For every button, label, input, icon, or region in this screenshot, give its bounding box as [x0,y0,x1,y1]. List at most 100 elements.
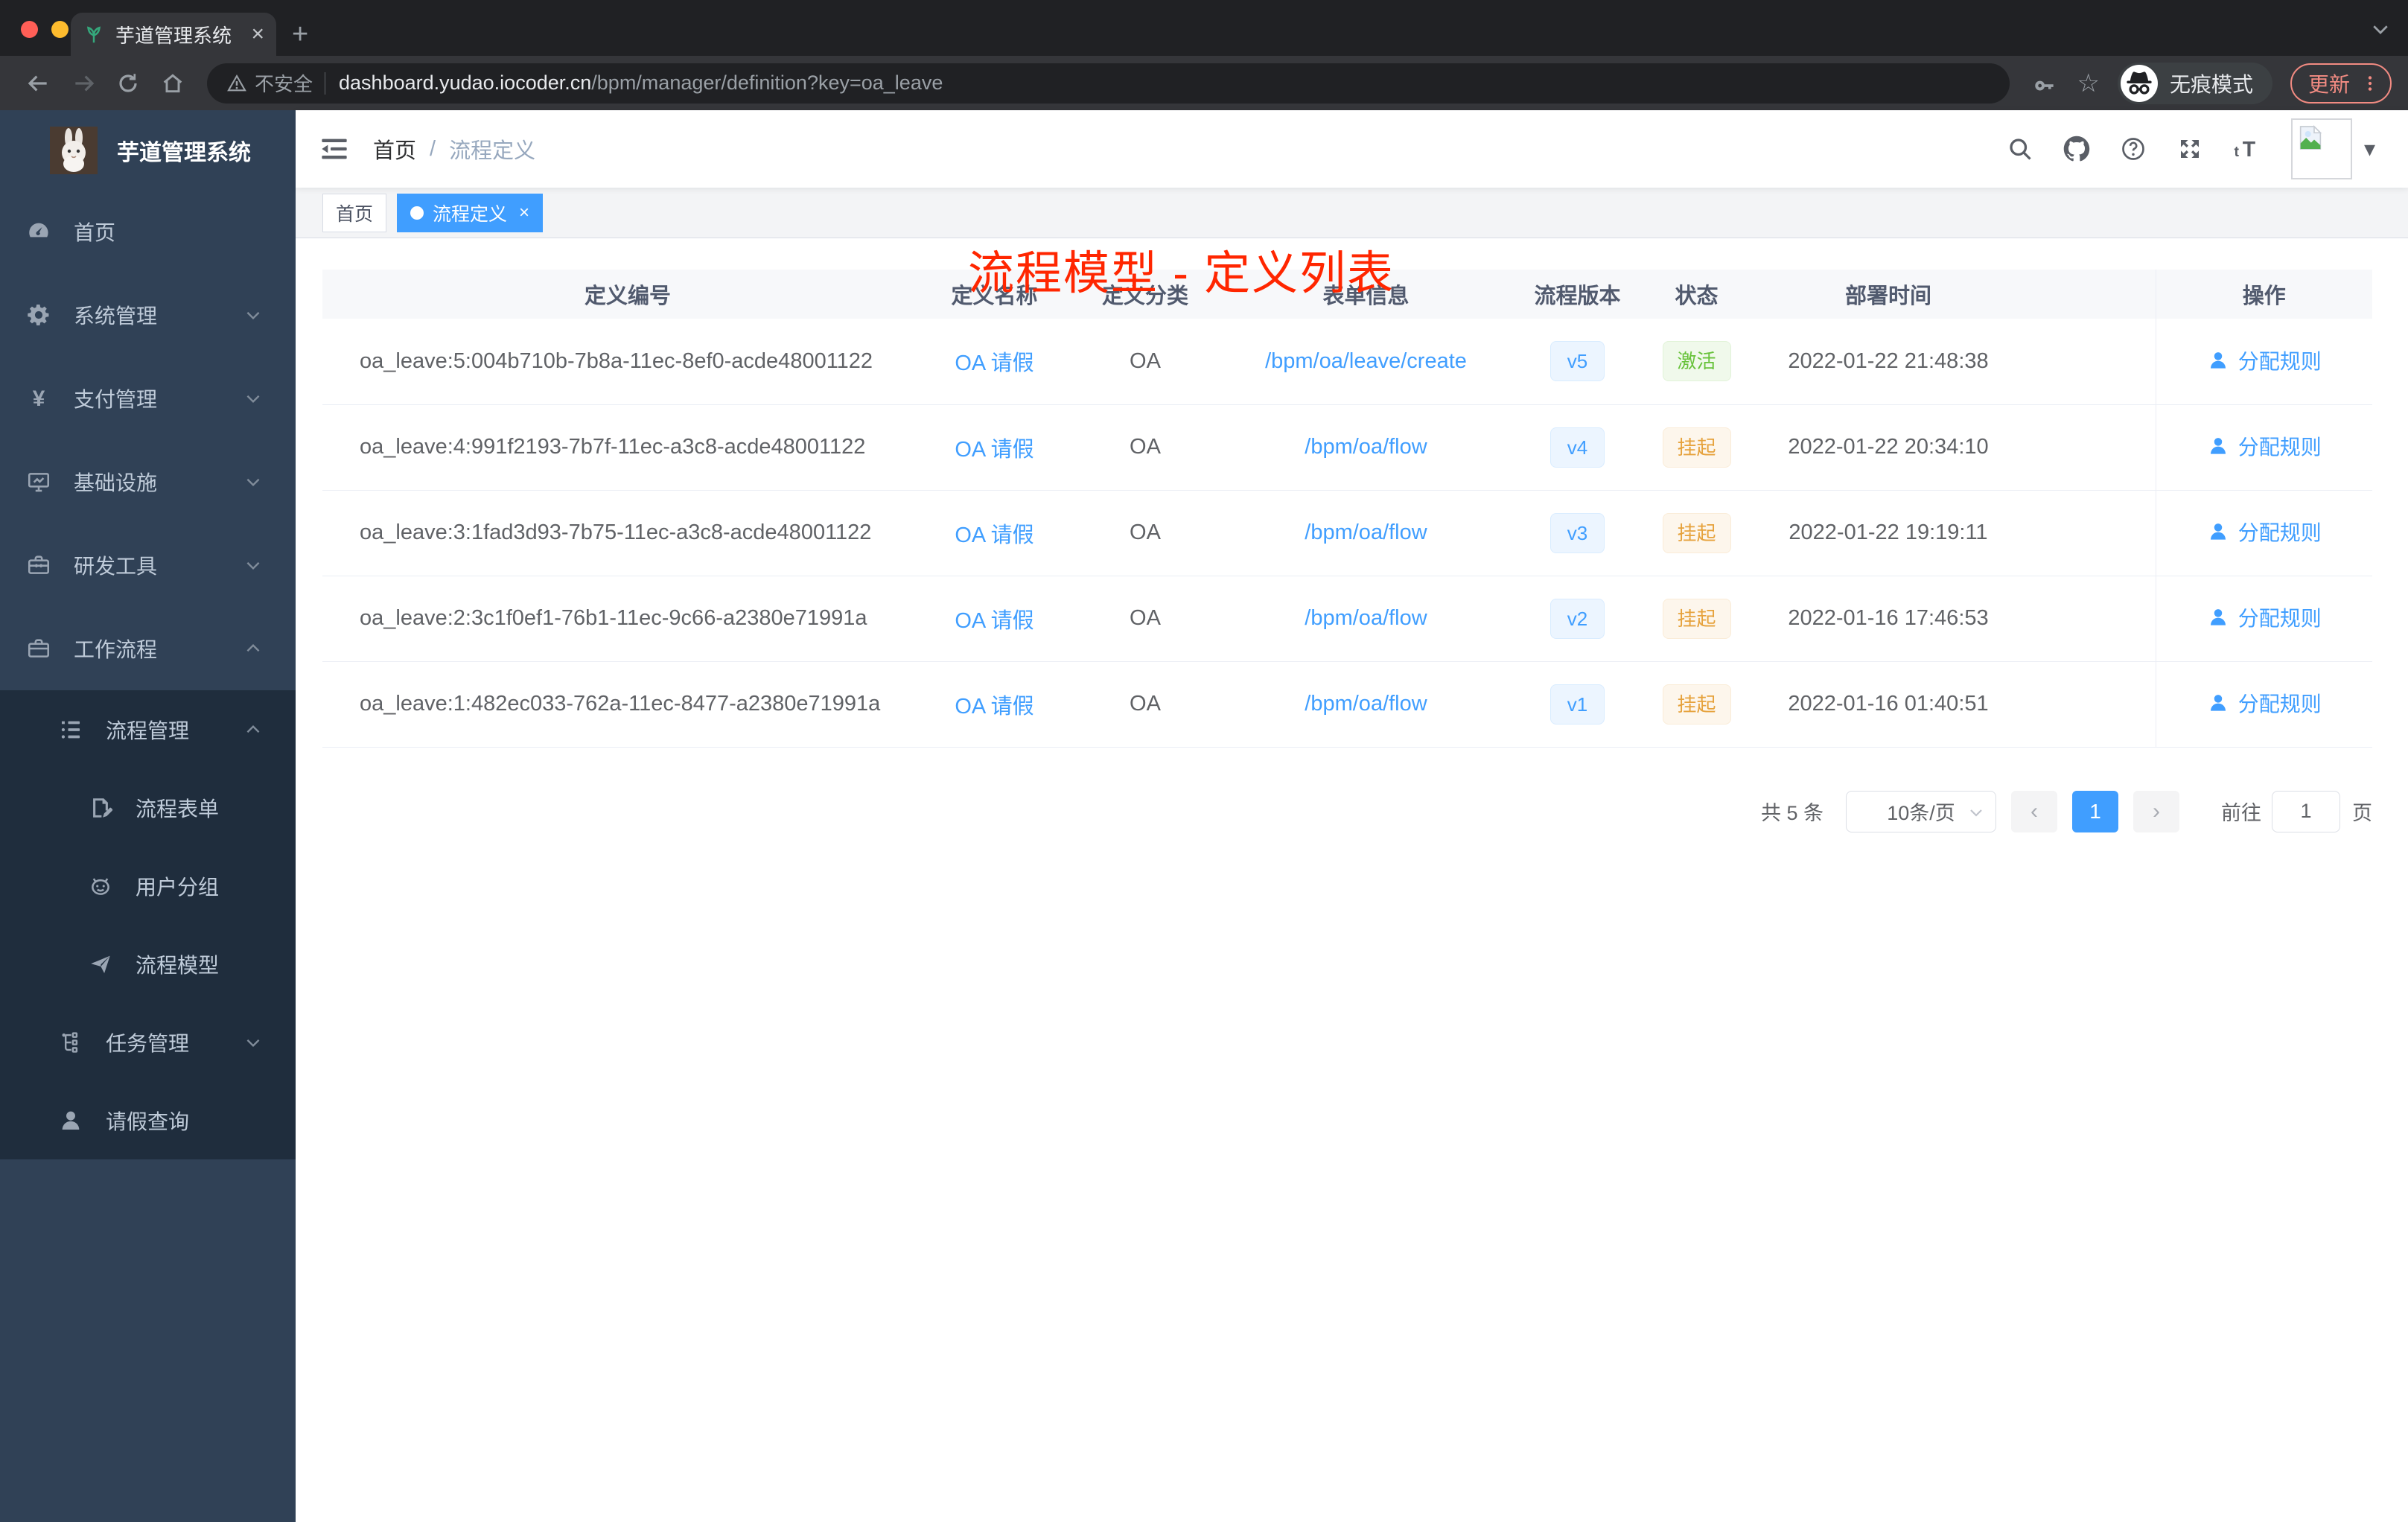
col-process-version: 流程版本 [1497,270,1657,319]
avatar-caret-icon[interactable]: ▾ [2364,136,2375,162]
assign-rule-link[interactable]: 分配规则 [2207,688,2322,718]
form-info-link[interactable]: /bpm/oa/flow [1305,435,1427,459]
filler-cell [2041,319,2156,405]
sidebar-menu-item[interactable]: 基础设施 [0,440,296,523]
table-row: oa_leave:3:1fad3d93-7b75-11ec-a3c8-acde4… [322,490,2372,576]
browser-toolbar: 不安全 dashboard.yudao.iocoder.cn /bpm/mana… [0,56,2408,110]
browser-tab[interactable]: 芋道管理系统 × [71,13,276,56]
toolbox-icon [26,553,51,578]
current-page-button[interactable]: 1 [2072,790,2118,832]
chevron-down-icon [243,472,263,491]
definition-name-link[interactable]: OA 请假 [955,523,1033,547]
version-badge: v1 [1550,684,1605,725]
font-size-icon[interactable]: tT [2233,136,2260,162]
user-avatar[interactable] [2290,118,2352,179]
definition-name-link[interactable]: OA 请假 [955,351,1033,375]
fullscreen-icon[interactable] [2176,136,2203,162]
form-info-cell: /bpm/oa/flow [1235,490,1497,576]
active-tag-dot [410,206,424,220]
logo-avatar [50,126,98,174]
sidebar-menu-item[interactable]: 首页 [0,190,296,273]
definition-name-cell: OA 请假 [933,576,1056,662]
sidebar-submenu-item[interactable]: 流程模型 [0,925,296,1003]
goto-page-input[interactable]: 1 [2272,790,2340,832]
annotation-overlay-text: 流程模型 - 定义列表 [968,248,1395,299]
tab-search-chevron-icon[interactable] [2369,18,2392,40]
goto-unit-label: 页 [2352,802,2372,824]
sidebar-submenu-item[interactable]: 任务管理 [0,1003,296,1081]
goto-label: 前往 [2221,802,2261,824]
favicon-grass-icon [83,23,105,45]
assign-rule-link[interactable]: 分配规则 [2207,602,2322,632]
forward-icon[interactable] [71,71,95,95]
form-info-link[interactable]: /bpm/oa/flow [1305,606,1427,630]
sidebar-menu-item[interactable]: ¥ 支付管理 [0,357,296,440]
definition-name-link[interactable]: OA 请假 [955,438,1033,462]
status-badge: 挂起 [1662,512,1731,553]
address-bar[interactable]: 不安全 dashboard.yudao.iocoder.cn /bpm/mana… [207,63,2010,104]
version-cell: v1 [1497,661,1657,748]
assign-rule-link[interactable]: 分配规则 [2207,346,2322,375]
tag-item[interactable]: 流程定义 × [397,193,544,232]
sidebar-menu-item[interactable]: 系统管理 [0,273,296,357]
breadcrumb-current: 流程定义 [449,139,536,163]
table-row: oa_leave:2:3c1f0ef1-76b1-11ec-9c66-a2380… [322,576,2372,662]
definition-name-link[interactable]: OA 请假 [955,609,1033,633]
reload-icon[interactable] [116,71,140,95]
table-row: oa_leave:1:482ec033-762a-11ec-8477-a2380… [322,661,2372,748]
breadcrumb-separator: / [430,136,436,161]
definition-category-cell: OA [1056,661,1235,748]
tab-close-icon[interactable]: × [251,22,264,47]
form-info-cell: /bpm/oa/leave/create [1235,319,1497,405]
monitor-icon [26,469,51,494]
actions-cell: 分配规则 [2155,490,2372,576]
breadcrumb-home[interactable]: 首页 [373,133,416,165]
filler-cell [2041,490,2156,576]
definition-name-link[interactable]: OA 请假 [955,695,1033,719]
home-icon[interactable] [161,71,185,95]
status-cell: 挂起 [1657,661,1736,748]
window-minimize-button[interactable] [51,21,69,38]
page-size-select[interactable]: 10条/页 [1846,790,1996,832]
deploy-time-cell: 2022-01-22 21:48:38 [1736,319,2041,405]
window-close-button[interactable] [21,21,38,38]
pagination: 共 5 条 10条/页 ‹ 1 › 前往 1 页 [322,790,2372,832]
chevron-down-icon [243,555,263,575]
user-icon [2207,520,2229,543]
sidebar-logo[interactable]: 芋道管理系统 [0,110,296,190]
tree-list-icon [58,717,83,742]
assign-rule-link[interactable]: 分配规则 [2207,431,2322,461]
sidebar-menu-item[interactable]: 研发工具 [0,523,296,607]
status-badge: 挂起 [1662,427,1731,468]
tag-close-icon[interactable]: × [519,203,529,222]
github-icon[interactable] [2063,136,2090,162]
assign-rule-link[interactable]: 分配规则 [2207,517,2322,547]
form-info-link[interactable]: /bpm/oa/flow [1305,520,1427,544]
sidebar-submenu-item[interactable]: 用户分组 [0,847,296,925]
sidebar-submenu-item[interactable]: 流程表单 [0,768,296,847]
security-label[interactable]: 不安全 [255,69,313,97]
help-icon[interactable] [2120,136,2147,162]
browser-menu-dots-icon[interactable] [2360,72,2380,95]
next-page-button[interactable]: › [2133,790,2179,832]
status-badge: 激活 [1662,341,1731,382]
user-icon [2207,692,2229,714]
password-key-icon[interactable] [2032,71,2056,95]
form-info-link[interactable]: /bpm/oa/leave/create [1265,349,1467,373]
new-tab-button[interactable]: + [292,20,308,48]
actions-cell: 分配规则 [2155,404,2372,491]
tag-item[interactable]: 首页 [322,193,387,232]
bookmark-star-icon[interactable]: ☆ [2077,69,2099,98]
sidebar-menu-item[interactable]: 工作流程 [0,607,296,690]
chevron-down-icon [243,389,263,408]
sidebar-submenu-item[interactable]: 请假查询 [0,1081,296,1159]
form-info-link[interactable]: /bpm/oa/flow [1305,692,1427,716]
prev-page-button[interactable]: ‹ [2011,790,2057,832]
incognito-spy-icon [2120,64,2158,102]
sidebar-submenu-item[interactable]: 流程管理 [0,690,296,768]
hamburger-icon[interactable] [319,134,349,164]
back-icon[interactable] [27,71,51,95]
browser-update-button[interactable]: 更新 [2290,63,2392,104]
chevron-up-icon [243,720,263,739]
search-icon[interactable] [2007,136,2033,162]
